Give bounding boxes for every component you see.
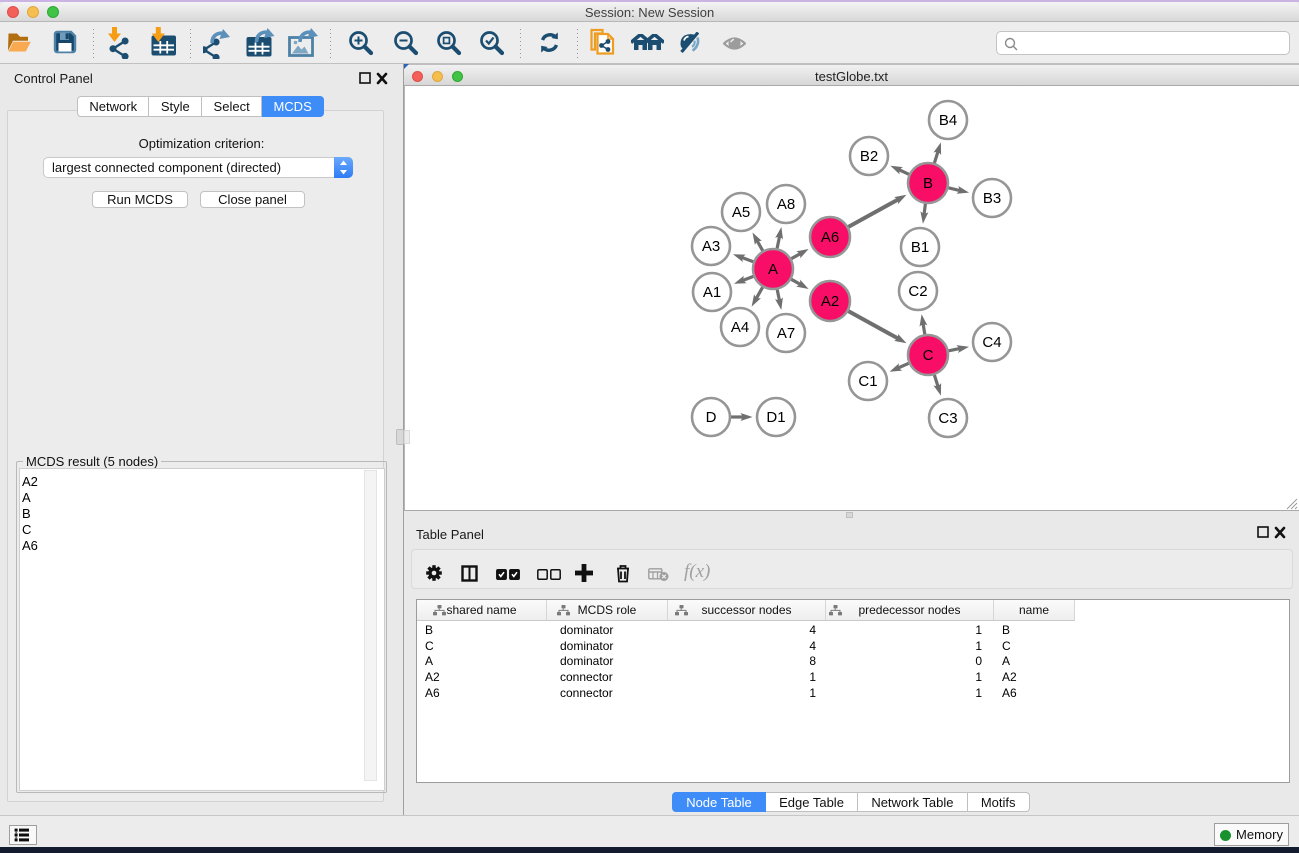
svg-text:f(x): f(x) xyxy=(684,561,710,582)
svg-text:A6: A6 xyxy=(821,229,839,246)
svg-text:A8: A8 xyxy=(777,196,795,213)
svg-text:D1: D1 xyxy=(766,409,785,426)
svg-text:B4: B4 xyxy=(939,112,957,129)
svg-text:A: A xyxy=(768,261,778,278)
svg-text:C3: C3 xyxy=(938,410,957,427)
svg-text:C1: C1 xyxy=(858,373,877,390)
svg-text:A7: A7 xyxy=(777,325,795,342)
svg-text:A1: A1 xyxy=(703,284,721,301)
svg-text:C: C xyxy=(923,347,934,364)
svg-text:A5: A5 xyxy=(732,204,750,221)
svg-text:C2: C2 xyxy=(908,283,927,300)
svg-text:A3: A3 xyxy=(702,238,720,255)
svg-text:B: B xyxy=(923,175,933,192)
svg-text:A2: A2 xyxy=(821,293,839,310)
svg-text:A4: A4 xyxy=(731,319,749,336)
svg-text:B1: B1 xyxy=(911,239,929,256)
svg-text:D: D xyxy=(706,409,717,426)
svg-text:B3: B3 xyxy=(983,190,1001,207)
svg-text:B2: B2 xyxy=(860,148,878,165)
svg-text:C4: C4 xyxy=(982,334,1001,351)
